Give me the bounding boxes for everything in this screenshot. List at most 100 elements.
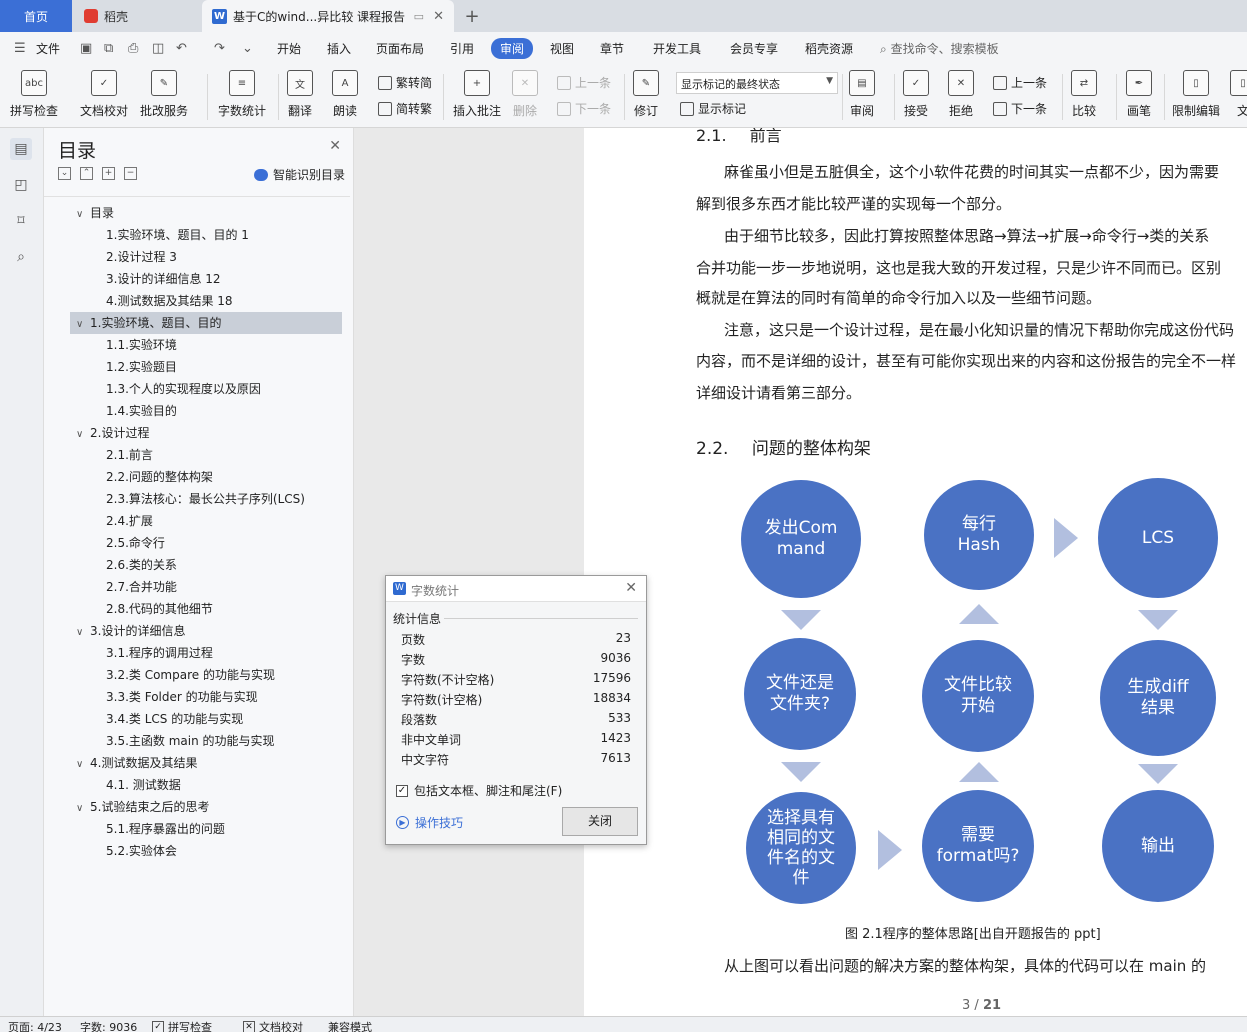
undo-icon[interactable]: ↶ <box>176 41 187 56</box>
chevron-down-icon[interactable]: ∨ <box>76 424 90 446</box>
menu-references[interactable]: 引用 <box>450 40 474 57</box>
toc-item[interactable]: 2.3.算法核心：最长公共子序列(LCS) <box>70 488 342 510</box>
toc-item[interactable]: 2.7.合并功能 <box>70 576 342 598</box>
chevron-down-icon[interactable]: ∨ <box>76 314 90 336</box>
toc-item[interactable]: 1.4.实验目的 <box>70 400 342 422</box>
close-icon[interactable]: ✕ <box>329 138 341 154</box>
document-page[interactable]: 2.1. 前言 麻雀虽小但是五脏俱全，这个小软件花费的时间其实一点都不少，因为需… <box>584 128 1247 1016</box>
toc-item[interactable]: ∨ 2.设计过程 <box>70 422 342 444</box>
restrict-edit-button[interactable]: ▯ 限制编辑 <box>1172 70 1220 119</box>
toc-item[interactable]: ∨ 目录 <box>70 202 342 224</box>
word-count-button[interactable]: ≡ 字数统计 <box>218 70 266 119</box>
trad-to-simp-button[interactable]: 繁转简 <box>378 74 432 91</box>
toc-item[interactable]: 2.设计过程 3 <box>70 246 342 268</box>
doc-permission-button[interactable]: ▯ 文 <box>1230 70 1247 119</box>
translate-button[interactable]: 文 翻译 <box>287 70 313 119</box>
toc-item[interactable]: ∨ 4.测试数据及其结果 <box>70 752 342 774</box>
reject-button[interactable]: ✕ 拒绝 <box>948 70 974 119</box>
collapse-all-icon[interactable]: ⌄ <box>58 167 71 180</box>
close-tab-icon[interactable]: ✕ <box>433 9 444 24</box>
toc-item[interactable]: 3.3.类 Folder 的功能与实现 <box>70 686 342 708</box>
dialog-titlebar[interactable]: W 字数统计 ✕ <box>386 576 646 602</box>
status-doc-check[interactable]: ✕ 文档校对 <box>243 1019 303 1032</box>
search-icon[interactable]: ⌕ <box>10 246 32 268</box>
menu-view[interactable]: 视图 <box>550 40 574 57</box>
print-preview-icon[interactable]: ◫ <box>152 41 164 56</box>
chevron-down-icon[interactable]: ∨ <box>76 798 90 820</box>
toc-item[interactable]: 1.实验环境、题目、目的 1 <box>70 224 342 246</box>
read-aloud-button[interactable]: A 朗读 <box>332 70 358 119</box>
command-search[interactable]: ⌕ 查找命令、搜索模板 <box>880 40 999 57</box>
hamburger-icon[interactable]: ☰ <box>14 41 26 56</box>
simp-to-trad-button[interactable]: 简转繁 <box>378 100 432 117</box>
toc-item[interactable]: ∨ 3.设计的详细信息 <box>70 620 342 642</box>
menu-dev-tools[interactable]: 开发工具 <box>653 40 701 57</box>
accept-button[interactable]: ✓ 接受 <box>903 70 929 119</box>
next-change-button[interactable]: 下一条 <box>993 100 1047 117</box>
toc-item[interactable]: 2.5.命令行 <box>70 532 342 554</box>
chapter-nav-icon[interactable]: ◰ <box>10 174 32 196</box>
toc-item[interactable]: 3.2.类 Compare 的功能与实现 <box>70 664 342 686</box>
toc-item[interactable]: 2.8.代码的其他细节 <box>70 598 342 620</box>
toc-item[interactable]: 3.设计的详细信息 12 <box>70 268 342 290</box>
insert-comment-button[interactable]: + 插入批注 <box>453 70 501 119</box>
menu-member[interactable]: 会员专享 <box>730 40 778 57</box>
next-comment-button[interactable]: 下一条 <box>557 100 611 117</box>
toc-item[interactable]: 1.2.实验题目 <box>70 356 342 378</box>
annotate-service-button[interactable]: ✎ 批改服务 <box>140 70 188 119</box>
markup-state-select[interactable]: 显示标记的最终状态 ▼ <box>676 72 838 94</box>
compare-button[interactable]: ⇄ 比较 <box>1071 70 1097 119</box>
toc-item[interactable]: 5.2.实验体会 <box>70 840 342 862</box>
smart-toc-button[interactable]: 智能识别目录 <box>253 166 345 183</box>
toc-item[interactable]: ∨ 1.实验环境、题目、目的 <box>70 312 342 334</box>
spell-check-button[interactable]: abc 拼写检查 <box>10 70 58 119</box>
bookmark-icon[interactable]: ⌑ <box>10 210 32 232</box>
tips-link[interactable]: ▶ 操作技巧 <box>396 814 463 831</box>
toc-item[interactable]: 5.1.程序暴露出的问题 <box>70 818 342 840</box>
toc-item[interactable]: 2.2.问题的整体构架 <box>70 466 342 488</box>
chevron-down-icon[interactable]: ∨ <box>76 754 90 776</box>
export-pdf-icon[interactable]: ⧉ <box>104 41 113 56</box>
redo-icon[interactable]: ↷ <box>214 41 225 56</box>
toc-item[interactable]: 1.1.实验环境 <box>70 334 342 356</box>
tab-docer[interactable]: 稻壳 <box>74 0 200 32</box>
remove-level-icon[interactable]: − <box>124 167 137 180</box>
menu-review[interactable]: 审阅 <box>491 38 534 59</box>
toc-panel-icon[interactable]: ▤ <box>10 138 32 160</box>
show-markup-button[interactable]: 显示标记 <box>680 100 746 117</box>
track-changes-button[interactable]: ✎ 修订 <box>633 70 659 119</box>
toc-item[interactable]: 2.1.前言 <box>70 444 342 466</box>
doc-check-button[interactable]: ✓ 文档校对 <box>80 70 128 119</box>
tab-document[interactable]: W 基于C的wind...异比较 课程报告 ▭ ✕ <box>202 0 454 32</box>
toc-item[interactable]: 4.1. 测试数据 <box>70 774 342 796</box>
chevron-down-icon[interactable]: ∨ <box>76 622 90 644</box>
toc-item[interactable]: ∨ 5.试验结束之后的思考 <box>70 796 342 818</box>
print-icon[interactable]: ⎙ <box>128 41 138 56</box>
close-icon[interactable]: ✕ <box>625 580 637 596</box>
menu-chapter[interactable]: 章节 <box>600 40 624 57</box>
toc-item[interactable]: 4.测试数据及其结果 18 <box>70 290 342 312</box>
save-icon[interactable]: ▣ <box>80 41 92 56</box>
toc-item[interactable]: 3.4.类 LCS 的功能与实现 <box>70 708 342 730</box>
expand-all-icon[interactable]: ⌃ <box>80 167 93 180</box>
chevron-down-icon[interactable]: ∨ <box>76 204 90 226</box>
menu-file[interactable]: 文件 <box>36 40 60 57</box>
include-textbox-checkbox[interactable]: ✓ 包括文本框、脚注和尾注(F) <box>396 782 562 799</box>
toc-item[interactable]: 1.3.个人的实现程度以及原因 <box>70 378 342 400</box>
delete-comment-button[interactable]: ✕ 删除 <box>512 70 538 119</box>
review-pane-button[interactable]: ▤ 审阅 <box>849 70 875 119</box>
status-word-count[interactable]: 字数: 9036 <box>80 1019 137 1032</box>
menu-start[interactable]: 开始 <box>277 40 301 57</box>
pen-button[interactable]: ✒ 画笔 <box>1126 70 1152 119</box>
toc-item[interactable]: 3.5.主函数 main 的功能与实现 <box>70 730 342 752</box>
new-tab-button[interactable]: + <box>462 0 482 32</box>
menu-docer-resources[interactable]: 稻壳资源 <box>805 40 853 57</box>
more-chevron-icon[interactable]: ⌄ <box>242 41 253 56</box>
toc-item[interactable]: 3.1.程序的调用过程 <box>70 642 342 664</box>
monitor-icon[interactable]: ▭ <box>414 10 424 23</box>
status-spell-check[interactable]: ✓ 拼写检查 <box>152 1019 212 1032</box>
close-button[interactable]: 关闭 <box>562 807 638 836</box>
add-level-icon[interactable]: + <box>102 167 115 180</box>
status-page[interactable]: 页面: 4/23 <box>8 1019 62 1032</box>
prev-change-button[interactable]: 上一条 <box>993 74 1047 91</box>
